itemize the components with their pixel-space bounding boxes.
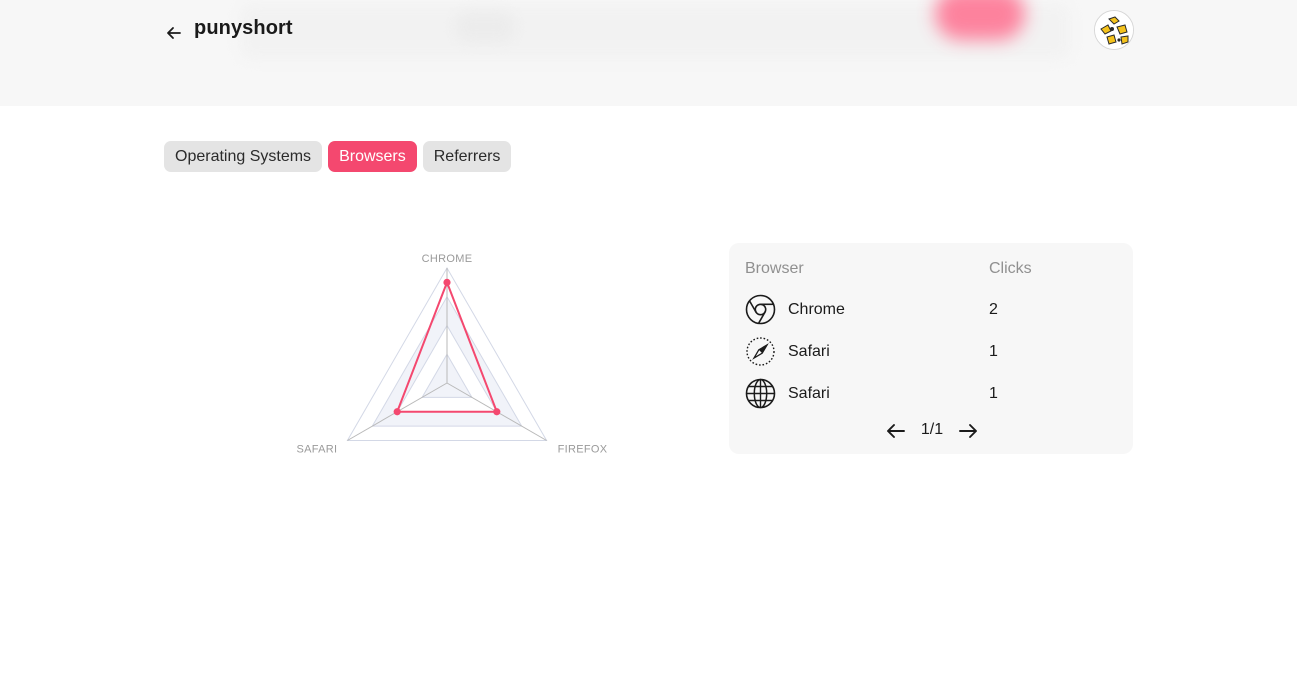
tab-referrers[interactable]: Referrers xyxy=(422,141,512,172)
tab-browsers[interactable]: Browsers xyxy=(328,141,417,172)
previous-page-arrow-icon[interactable] xyxy=(885,421,907,441)
radar-data-point xyxy=(443,278,451,286)
next-page-arrow-icon[interactable] xyxy=(957,421,979,441)
avatar[interactable] xyxy=(1094,10,1134,50)
browser-stats-panel: Browser Clicks Chrome 2 Safari 1 Safari … xyxy=(729,243,1133,454)
page-title: punyshort xyxy=(194,17,293,39)
tab-operating-systems[interactable]: Operating Systems xyxy=(164,141,323,172)
click-count: 1 xyxy=(989,343,998,360)
click-count: 1 xyxy=(989,385,998,402)
avatar-pattern-icon xyxy=(1095,11,1133,49)
blurred-accent-shape xyxy=(935,0,1025,40)
safari-compass-icon xyxy=(746,337,775,366)
radar-data-point xyxy=(393,408,401,416)
stats-tabs: Operating Systems Browsers Referrers xyxy=(164,141,512,172)
browser-name: Chrome xyxy=(788,301,845,318)
browser-radar-chart: CHROME FIREFOX SAFARI xyxy=(296,253,608,456)
pagination: 1/1 xyxy=(729,420,1133,442)
blurred-nav-item xyxy=(455,12,515,42)
radar-axis-label: SAFARI xyxy=(296,444,337,456)
click-count: 2 xyxy=(989,301,998,318)
top-header: punyshort xyxy=(0,0,1297,106)
radar-data-point xyxy=(493,408,501,416)
browser-name: Safari xyxy=(788,385,830,402)
clicks-column-header: Clicks xyxy=(989,260,1032,277)
back-arrow-icon[interactable] xyxy=(163,22,185,44)
page-indicator: 1/1 xyxy=(920,421,944,438)
globe-icon xyxy=(745,378,776,409)
table-row: Safari 1 xyxy=(745,336,1125,368)
table-row: Safari 1 xyxy=(745,378,1125,410)
chrome-icon xyxy=(745,294,776,325)
radar-axis-label: CHROME xyxy=(422,253,473,265)
radar-axis-label: FIREFOX xyxy=(558,444,608,456)
table-row: Chrome 2 xyxy=(745,294,1125,326)
browser-column-header: Browser xyxy=(745,260,804,277)
browser-name: Safari xyxy=(788,343,830,360)
